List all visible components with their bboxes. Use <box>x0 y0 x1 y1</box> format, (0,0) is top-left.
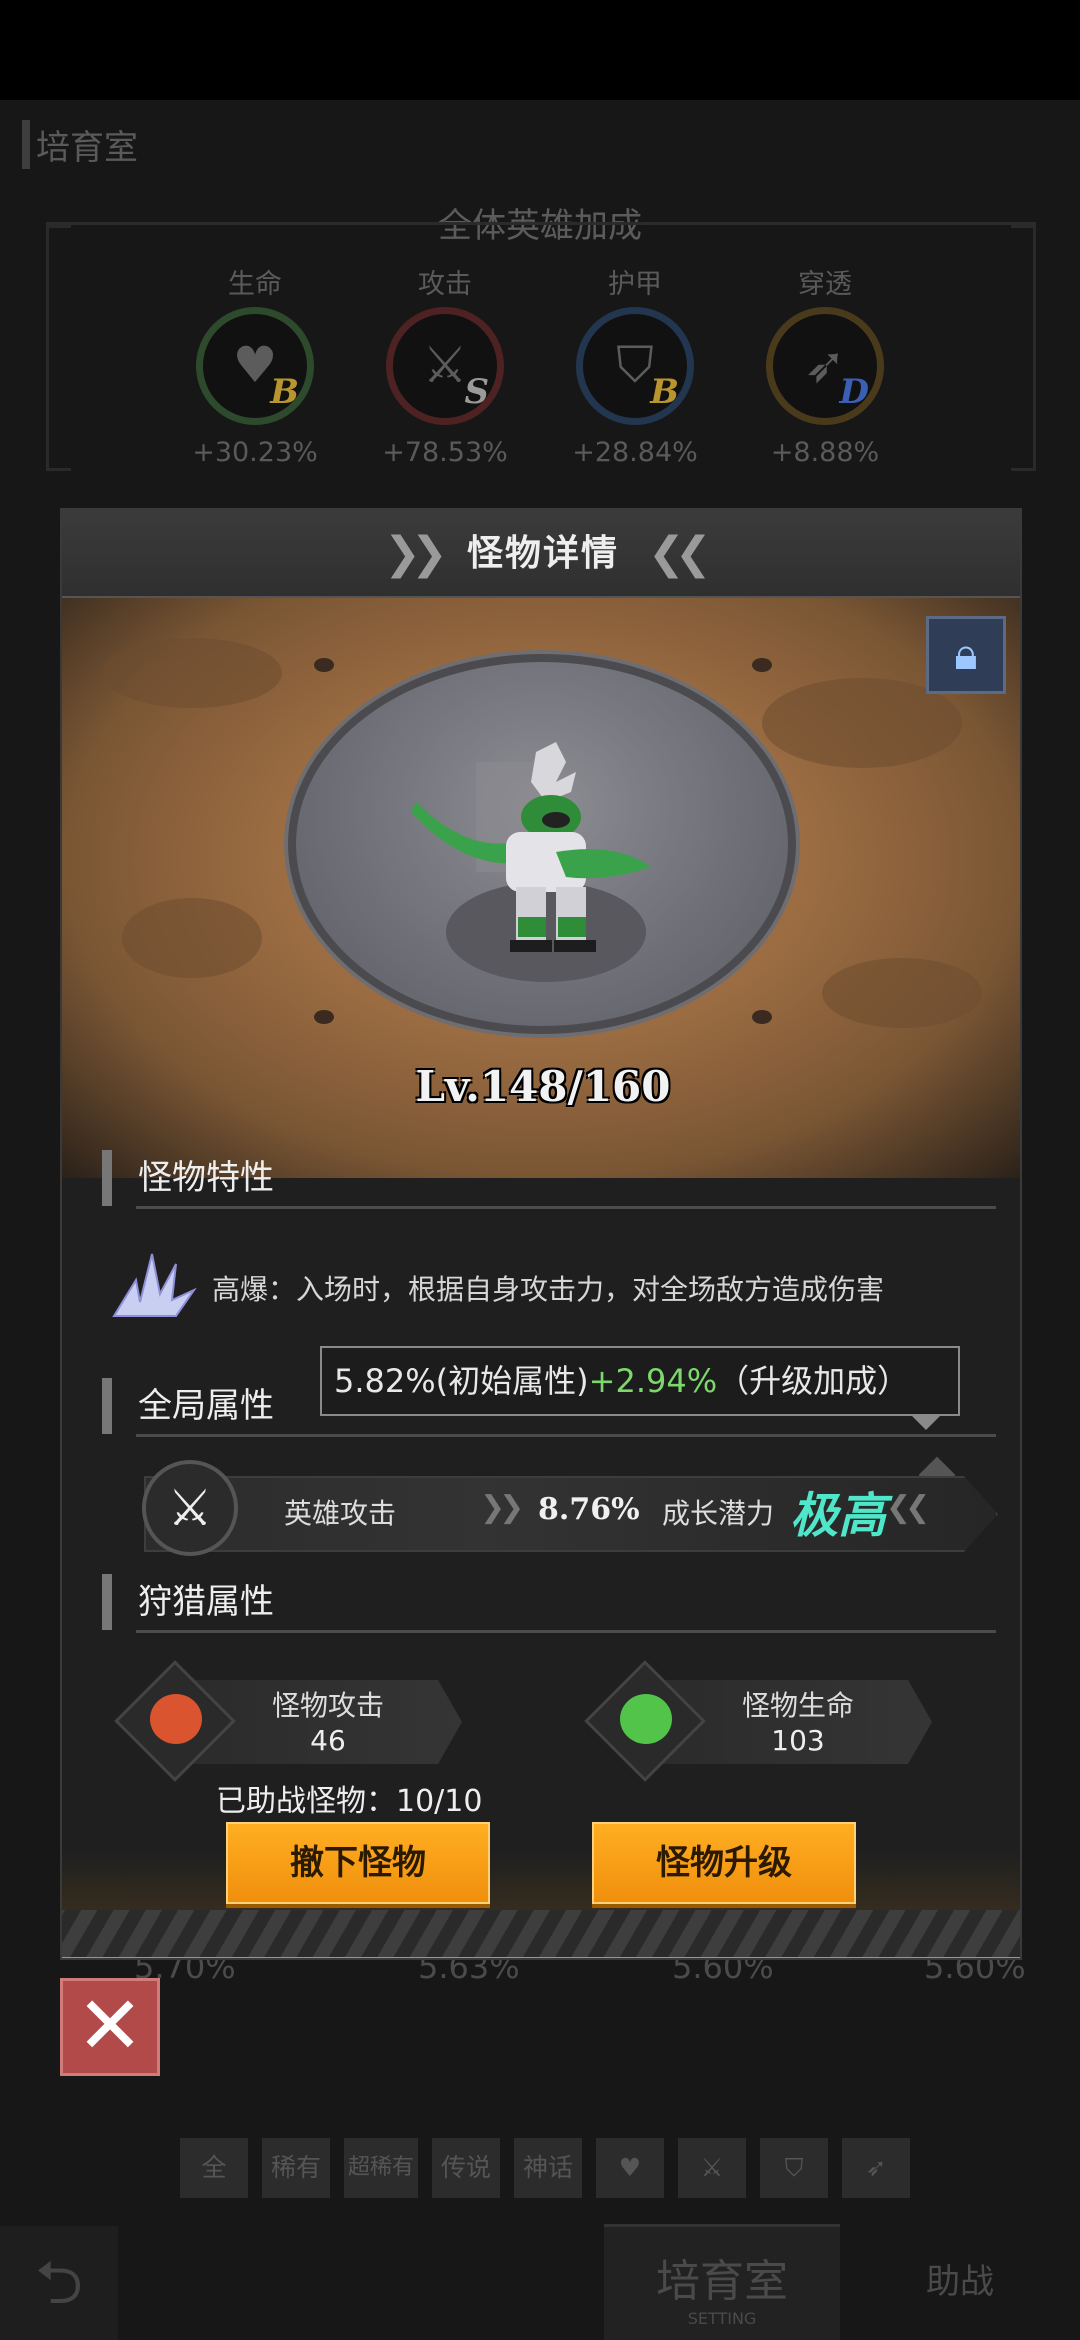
growth-value: 极高 <box>790 1488 887 1544</box>
monster-life-label: 怪物生命 <box>741 1689 854 1722</box>
status-bar <box>0 0 1080 100</box>
stat-label: 攻击 <box>418 269 472 300</box>
attr-tooltip: 5.82%(初始属性)+2.94%（升级加成） <box>320 1346 960 1416</box>
filter-myth[interactable]: 神话 <box>514 2138 582 2198</box>
sword-icon: ⚔ <box>142 1460 238 1556</box>
stat-value: +30.23% <box>192 437 318 468</box>
hazard-stripe <box>62 1910 1020 1958</box>
close-button[interactable]: ✕ <box>60 1978 160 2076</box>
chevron-right-icon: ❯❯ <box>384 528 448 579</box>
monster-life-box: 怪物生命 103 <box>584 1660 932 1782</box>
filter-legend[interactable]: 传说 <box>432 2138 500 2198</box>
hunt-section-title: 狩猎属性 <box>102 1574 274 1630</box>
monster-attack-icon <box>150 1694 202 1744</box>
stat-grade: D <box>839 372 869 412</box>
filter-all[interactable]: 全 <box>180 2138 248 2198</box>
monster-level: Lv.148/160 <box>415 1062 671 1111</box>
explosion-icon <box>112 1253 197 1317</box>
trait-section-title: 怪物特性 <box>102 1150 274 1206</box>
tab-nursery-sub: SETTING <box>687 2309 757 2328</box>
sword-icon[interactable]: ⚔ <box>678 2138 746 2198</box>
monster-sprite[interactable] <box>406 742 666 962</box>
monster-stage <box>288 654 796 1034</box>
filter-bar: 全 稀有 超稀有 传说 神话 ♥ ⚔ ⛉ ➶ <box>180 2138 910 2198</box>
stat-grade: B <box>270 372 299 412</box>
modal-header: ❯❯ 怪物详情 ❮❮ <box>62 510 1020 598</box>
global-section-title: 全局属性 <box>102 1378 274 1434</box>
monster-arena: 🔒︎ Lv.148/160 <box>62 598 1020 1178</box>
filter-super-rare[interactable]: 超稀有 <box>344 2138 418 2198</box>
tooltip-bonus-label: （升级加成） <box>717 1362 910 1400</box>
global-attr-value: 8.76% <box>538 1492 640 1527</box>
stat-value: +78.53% <box>382 437 508 468</box>
trait-description: 高爆：入场时，根据自身攻击力，对全场敌方造成伤害 <box>212 1273 885 1306</box>
growth-label: 成长潜力 <box>662 1497 775 1530</box>
stat-grade: S <box>464 372 489 412</box>
stat-label: 穿透 <box>798 269 852 300</box>
stat-label: 护甲 <box>608 269 662 300</box>
global-attr-name: 英雄攻击 <box>284 1497 397 1530</box>
stat-attack[interactable]: 攻击 ⚔ S +78.53% <box>350 262 540 468</box>
pierce-icon[interactable]: ➶ <box>842 2138 910 2198</box>
tab-nursery[interactable]: 培育室 SETTING <box>604 2224 840 2340</box>
page-title: 培育室 <box>22 120 138 169</box>
tab-nursery-label: 培育室 <box>656 2256 788 2307</box>
stat-value: +8.88% <box>770 437 880 468</box>
modal-title: 怪物详情 <box>466 533 619 574</box>
lock-icon[interactable]: 🔒︎ <box>926 616 1006 694</box>
assist-count: 已助战怪物：10/10 <box>216 1784 483 1819</box>
tooltip-base: 5.82%(初始属性) <box>334 1362 589 1400</box>
stat-value: +28.84% <box>572 437 698 468</box>
monster-attack-label: 怪物攻击 <box>271 1689 384 1722</box>
stat-armor[interactable]: 护甲 ⛉ B +28.84% <box>540 262 730 468</box>
monster-attack-value: 46 <box>310 1724 346 1757</box>
monster-life-icon <box>620 1694 672 1744</box>
tooltip-bonus: +2.94% <box>588 1362 718 1400</box>
chevron-left-icon: ❮❮ <box>886 1490 930 1525</box>
monster-detail-modal: ❯❯ 怪物详情 ❮❮ 🔒︎ Lv.148/160 怪物特性 高爆：入场时，根据自… <box>60 508 1022 1960</box>
remove-monster-button[interactable]: 撤下怪物 <box>226 1822 490 1904</box>
stat-hp[interactable]: 生命 ♥ B +30.23% <box>160 262 350 468</box>
stat-pierce[interactable]: 穿透 ➶ D +8.88% <box>730 262 920 468</box>
chevron-right-icon: ❯❯ <box>480 1490 524 1525</box>
app-root: 培育室 全体英雄加成 生命 ♥ B +30.23% 攻击 ⚔ S +78.53%… <box>0 0 1080 2340</box>
monster-life-value: 103 <box>771 1724 825 1757</box>
back-button[interactable]: ⮌ <box>0 2226 118 2340</box>
upgrade-monster-button[interactable]: 怪物升级 <box>592 1822 856 1904</box>
tab-assist[interactable]: 助战 <box>880 2224 1040 2340</box>
monster-attack-box: 怪物攻击 46 <box>114 1660 462 1782</box>
shield-icon[interactable]: ⛉ <box>760 2138 828 2198</box>
chevron-left-icon: ❮❮ <box>648 528 712 579</box>
stat-grade: B <box>650 372 679 412</box>
heart-icon[interactable]: ♥ <box>596 2138 664 2198</box>
filter-rare[interactable]: 稀有 <box>262 2138 330 2198</box>
stat-label: 生命 <box>228 269 282 300</box>
